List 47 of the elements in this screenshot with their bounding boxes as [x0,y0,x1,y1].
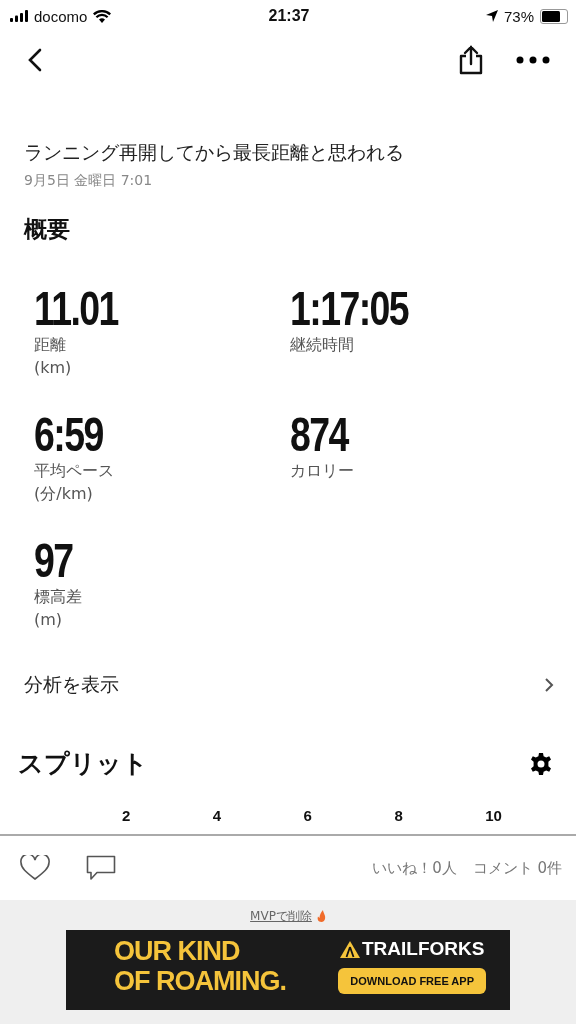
stat-unit: (km) [34,357,73,379]
stat-label: 継続時間 [290,334,355,356]
location-arrow-icon [485,10,498,22]
stat-value: 874 [290,411,348,459]
ad-cta-button[interactable]: DOWNLOAD FREE APP [338,968,486,994]
activity-title: ランニング再開してから最長距離と思われる [24,140,405,165]
stat-label: 標高差 [34,586,83,608]
like-count: いいね！0人 [372,858,457,878]
stat-label: 平均ペース [34,460,115,482]
ad-headline: OUR KIND [114,936,241,966]
stat-label: 距離 [34,334,67,356]
ad-brand: TRAILFORKS [361,938,485,960]
back-button[interactable] [28,48,42,72]
stat-unit: (m) [34,609,64,631]
wifi-icon [93,9,112,23]
stat-unit: (分/km) [34,483,94,505]
signal-icon [10,10,28,22]
like-button[interactable] [20,855,50,881]
stat-value: 11.01 [34,285,118,333]
axis-tick-label: 4 [212,806,223,826]
status-time: 21:37 [268,7,310,25]
axis-tick-label: 2 [122,806,132,826]
comment-count: コメント 0件 [472,858,562,878]
axis-tick-label: 6 [303,806,313,826]
ad-headline: OF ROAMING. [114,966,286,996]
battery-percent: 73% [503,7,534,25]
share-button[interactable] [458,45,484,75]
battery-icon [540,8,568,24]
activity-date: 9月5日 金曜日 7:01 [24,172,154,190]
chevron-right-icon [544,677,554,693]
stat-value: 6:59 [34,411,103,459]
ad-banner[interactable]: OUR KIND OF ROAMING. TRAILFORKS DOWNLOAD FREE APP [66,930,510,1010]
carrier-name: docomo [34,7,88,25]
axis-tick-label: 8 [394,806,404,826]
stat-value: 1:17:05 [290,285,409,333]
remove-ads-link[interactable]: MVPで削除 [250,907,312,925]
stat-label: カロリー [290,460,355,482]
section-heading: 概要 [24,215,71,244]
comment-button[interactable] [86,855,116,881]
analysis-link[interactable]: 分析を表示 [0,657,576,713]
axis-tick-label: 10 [485,806,503,826]
section-heading: スプリット [18,748,148,780]
more-button[interactable] [516,56,550,64]
flame-icon [316,910,326,922]
settings-button[interactable] [530,752,552,775]
stat-value: 97 [34,537,73,585]
triangle-logo-icon [339,940,360,958]
